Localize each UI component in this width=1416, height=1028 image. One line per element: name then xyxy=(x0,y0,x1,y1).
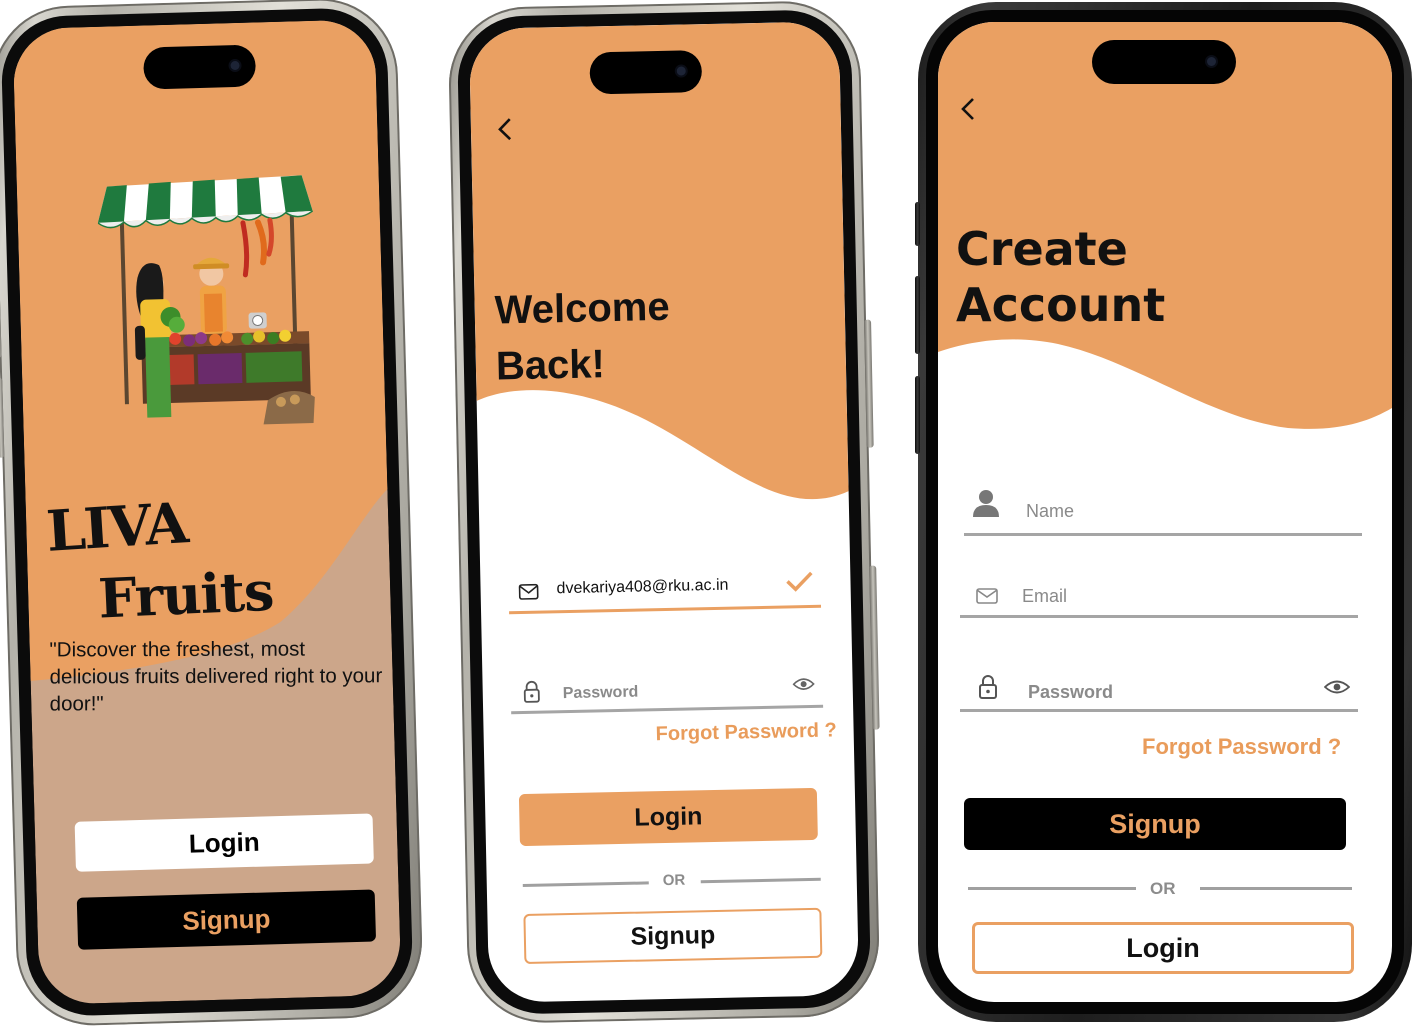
login-button[interactable]: Login xyxy=(518,787,818,847)
brand-title-line1: LIVA xyxy=(44,490,189,565)
signup-button-label: Signup xyxy=(630,920,716,951)
create-heading-line2: Account xyxy=(956,278,1166,332)
login-button-label: Login xyxy=(634,801,703,832)
signup-screen: Create Account Name Email Password Forgo… xyxy=(938,22,1392,1002)
welcome-heading-line2: Back! xyxy=(495,342,606,389)
email-field[interactable]: dvekariya408@rku.ac.in xyxy=(508,568,822,615)
phone-frame-login: Welcome Back! dvekariya408@rku.ac.in Pas… xyxy=(447,0,881,1025)
signup-button-label: Signup xyxy=(1109,808,1201,839)
phone-frame-splash: LIVA Fruits "Discover the freshest, most… xyxy=(0,0,425,1028)
name-field[interactable]: Name xyxy=(964,486,1362,536)
welcome-heading-line1: Welcome xyxy=(494,284,671,333)
lock-icon xyxy=(523,680,540,703)
eye-icon[interactable] xyxy=(1324,678,1350,696)
signup-button[interactable]: Signup xyxy=(76,889,377,950)
password-field[interactable]: Password xyxy=(960,672,1358,712)
splash-screen: LIVA Fruits "Discover the freshest, most… xyxy=(12,19,402,1005)
login-button-label: Login xyxy=(188,826,261,859)
email-field[interactable]: Email xyxy=(960,574,1358,618)
brand-title-line2: Fruits xyxy=(96,558,275,631)
password-field[interactable]: Password xyxy=(510,668,824,715)
create-heading-line1: Create xyxy=(956,222,1128,276)
mail-icon xyxy=(976,588,998,604)
password-placeholder: Password xyxy=(562,683,639,703)
email-value: dvekariya408@rku.ac.in xyxy=(556,576,729,598)
login-button-label: Login xyxy=(1126,932,1200,963)
tagline: "Discover the freshest, most delicious f… xyxy=(49,637,383,716)
signup-button[interactable]: Signup xyxy=(523,907,823,965)
eye-icon[interactable] xyxy=(792,676,815,692)
camera-control-button xyxy=(869,565,880,730)
password-placeholder: Password xyxy=(1028,682,1114,702)
back-chevron-icon[interactable] xyxy=(958,96,978,122)
signup-button-label: Signup xyxy=(181,902,271,936)
forgot-password-link[interactable]: Forgot Password ? xyxy=(1142,734,1341,760)
name-placeholder: Name xyxy=(1026,501,1075,521)
or-divider-label: OR xyxy=(662,871,686,890)
phone-frame-signup: Create Account Name Email Password Forgo… xyxy=(915,2,1412,1022)
person-icon xyxy=(973,490,999,517)
signup-button[interactable]: Signup xyxy=(964,798,1346,850)
lock-icon xyxy=(979,675,997,699)
power-button xyxy=(864,319,874,448)
volume-up-button xyxy=(0,277,2,358)
or-divider-label: OR xyxy=(1150,879,1176,898)
email-placeholder: Email xyxy=(1022,586,1068,606)
check-icon xyxy=(786,571,813,592)
forgot-password-link[interactable]: Forgot Password ? xyxy=(655,719,837,746)
action-button xyxy=(915,202,920,246)
login-button[interactable]: Login xyxy=(972,922,1354,974)
mail-icon xyxy=(518,583,539,600)
volume-up-button xyxy=(915,276,920,354)
volume-down-button xyxy=(0,377,5,458)
volume-down-button xyxy=(915,376,920,454)
back-chevron-icon[interactable] xyxy=(495,116,516,142)
login-button[interactable]: Login xyxy=(74,813,374,872)
login-screen: Welcome Back! dvekariya408@rku.ac.in Pas… xyxy=(468,21,860,1003)
orange-wave-background xyxy=(468,21,849,500)
market-stall-illustration xyxy=(97,175,315,425)
